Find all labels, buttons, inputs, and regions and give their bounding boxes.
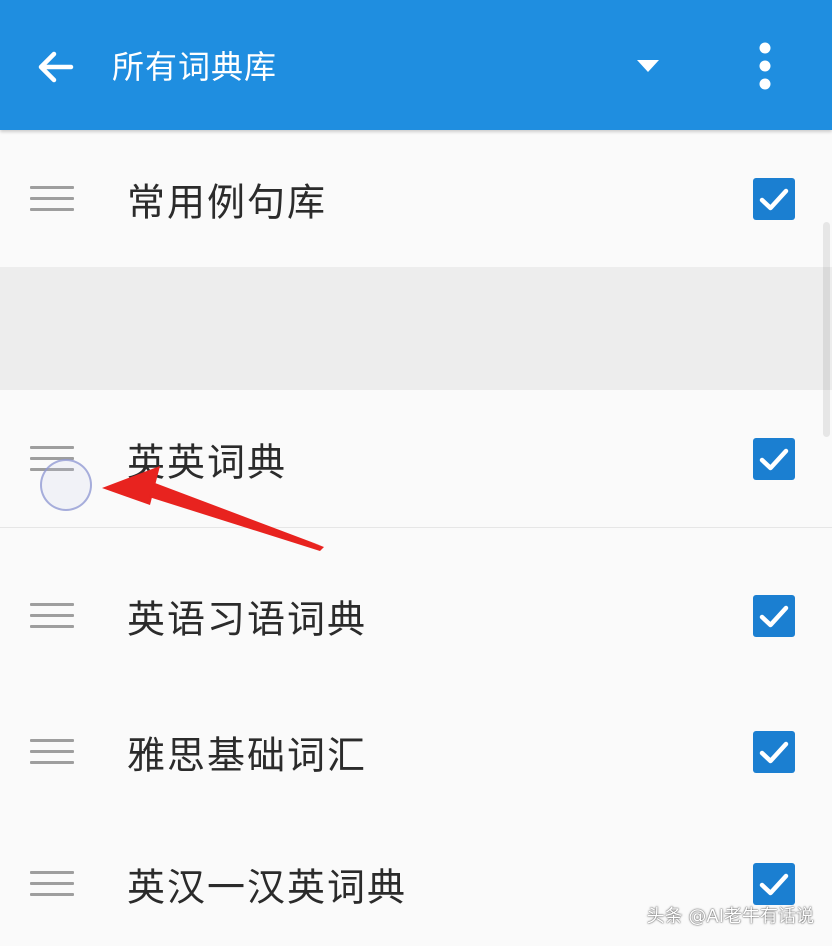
touch-indicator bbox=[40, 459, 92, 511]
list-item-dragging[interactable]: 英英词典 bbox=[0, 390, 832, 528]
list-item[interactable]: 常用例句库 bbox=[0, 130, 832, 267]
checkmark-icon bbox=[759, 605, 789, 627]
checkmark-icon bbox=[759, 448, 789, 470]
checkbox[interactable] bbox=[753, 177, 795, 220]
more-options-button[interactable] bbox=[742, 34, 788, 98]
list-item[interactable]: 英语习语词典 bbox=[0, 548, 832, 683]
checkbox[interactable] bbox=[753, 731, 795, 773]
caret-down-icon bbox=[637, 60, 659, 72]
scroll-indicator bbox=[823, 222, 830, 437]
dictionary-dropdown-button[interactable] bbox=[626, 44, 670, 88]
list-item-label: 雅思基础词汇 bbox=[127, 733, 368, 778]
list-item-label: 常用例句库 bbox=[127, 180, 328, 224]
back-button[interactable] bbox=[28, 40, 82, 94]
drag-handle-icon[interactable] bbox=[30, 735, 74, 769]
drag-handle-icon[interactable] bbox=[30, 182, 74, 216]
list-item-label: 英汉一汉英词典 bbox=[127, 865, 408, 909]
checkbox[interactable] bbox=[753, 862, 795, 905]
page-title: 所有词典库 bbox=[112, 48, 278, 86]
watermark: 头条 @AI老牛有话说 bbox=[646, 906, 814, 927]
list-item[interactable]: 雅思基础词汇 bbox=[0, 683, 832, 821]
list-item-label: 英语习语词典 bbox=[127, 597, 368, 641]
checkmark-icon bbox=[759, 873, 789, 895]
checkbox[interactable] bbox=[753, 437, 795, 480]
more-vertical-icon bbox=[759, 42, 771, 90]
arrow-left-icon bbox=[38, 51, 74, 83]
checkbox[interactable] bbox=[753, 594, 795, 637]
checkmark-icon bbox=[759, 188, 789, 210]
drag-handle-icon[interactable] bbox=[30, 599, 74, 633]
list-item-label: 英英词典 bbox=[127, 440, 288, 484]
drop-placeholder bbox=[0, 267, 832, 390]
drag-handle-icon[interactable] bbox=[30, 867, 74, 901]
checkmark-icon bbox=[759, 741, 789, 764]
app-bar: 所有词典库 bbox=[0, 0, 832, 130]
